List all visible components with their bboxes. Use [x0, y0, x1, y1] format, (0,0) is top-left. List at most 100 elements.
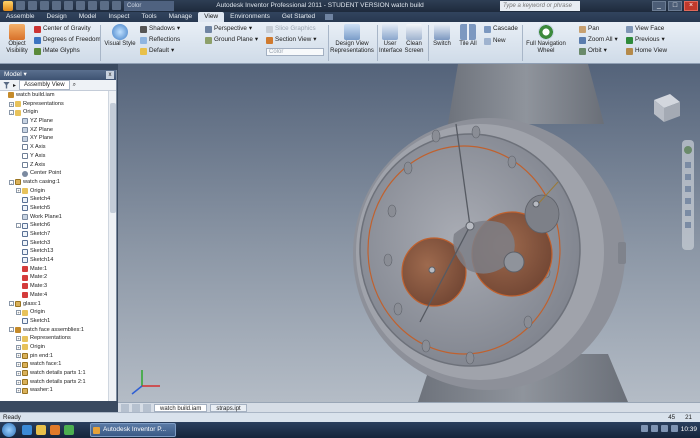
document-tab[interactable]: watch build.iam	[154, 404, 208, 412]
collapse-icon[interactable]: -	[9, 327, 14, 333]
tree-node[interactable]: Sketch3	[0, 239, 108, 248]
model-browser-title[interactable]: Model	[4, 71, 22, 78]
full-navigation-wheel-button[interactable]: Full Navigation Wheel	[524, 24, 568, 55]
degrees-of-freedom-button[interactable]: Degrees of Freedom	[34, 36, 101, 44]
tile-all-button[interactable]: Tile All	[456, 24, 480, 48]
tree-node[interactable]: Mate:3	[0, 282, 108, 291]
inventor-taskbar-button[interactable]: Autodesk Inventor P...	[90, 423, 176, 437]
color-dropdown[interactable]: Color	[266, 48, 324, 56]
tab-scroll-left-button[interactable]	[121, 404, 129, 412]
new-window-button[interactable]: New	[484, 37, 506, 45]
expand-icon[interactable]: +	[16, 353, 21, 359]
tab-tools[interactable]: Tools	[135, 12, 162, 22]
tree-node[interactable]: + Origin	[0, 187, 108, 196]
tree-node[interactable]: Work Plane1	[0, 213, 108, 222]
expand-icon[interactable]: +	[16, 362, 21, 368]
tree-node[interactable]: Sketch13	[0, 247, 108, 256]
tree-node[interactable]: YZ Plane	[0, 117, 108, 126]
expand-icon[interactable]: +	[16, 336, 21, 342]
cascade-button[interactable]: Cascade	[484, 25, 518, 33]
slice-graphics-button[interactable]: Slice Graphics	[266, 25, 316, 33]
tray-network-icon[interactable]	[641, 425, 648, 432]
orbit-dropdown[interactable]: Orbit ▾	[579, 47, 607, 55]
tree-node[interactable]: Sketch14	[0, 256, 108, 265]
expand-icon[interactable]: +	[16, 188, 21, 194]
object-visibility-button[interactable]: Object Visibility	[4, 24, 30, 55]
tree-node[interactable]: - Origin	[0, 108, 108, 117]
visual-style-button[interactable]: Visual Style	[104, 24, 136, 48]
tree-node[interactable]: - watch face assemblies:1	[0, 326, 108, 335]
tree-node[interactable]: Sketch5	[0, 204, 108, 213]
collapse-icon[interactable]: -	[9, 110, 14, 116]
tree-node[interactable]: + Representations	[0, 334, 108, 343]
expand-icon[interactable]: +	[9, 101, 14, 107]
user-interface-button[interactable]: User Interface	[379, 24, 402, 55]
ribbon-options[interactable]	[325, 12, 334, 22]
tree-node[interactable]: + watch details parts 1:1	[0, 369, 108, 378]
tree-node[interactable]: + Representations	[0, 100, 108, 109]
home-view-button[interactable]: Home View	[626, 47, 667, 55]
tree-node[interactable]: + watch details parts 2:1	[0, 378, 108, 387]
tree-node[interactable]: + Origin	[0, 308, 108, 317]
tree-node[interactable]: - Sketch6	[0, 221, 108, 230]
tree-node[interactable]: + watch face:1	[0, 360, 108, 369]
lighting-style-dropdown[interactable]: Default ▾	[140, 47, 174, 55]
expand-icon[interactable]: +	[16, 310, 21, 316]
expand-icon[interactable]: +	[16, 344, 21, 350]
switch-button[interactable]: Switch	[431, 24, 453, 48]
tree-node[interactable]: + washer:1	[0, 386, 108, 395]
chrome-icon[interactable]	[64, 425, 74, 435]
ground-plane-dropdown[interactable]: Ground Plane ▾	[205, 36, 258, 44]
ie-icon[interactable]	[22, 425, 32, 435]
folder-icon[interactable]	[36, 425, 46, 435]
navigation-bar[interactable]	[682, 140, 694, 250]
tab-scroll-right-button[interactable]	[132, 404, 140, 412]
pan-button[interactable]: Pan	[579, 25, 599, 33]
collapse-icon[interactable]: -	[9, 179, 14, 185]
close-button[interactable]: ×	[684, 1, 698, 11]
find-icon[interactable]: ⌕	[73, 82, 76, 89]
tree-node[interactable]: X Axis	[0, 143, 108, 152]
start-button[interactable]	[2, 423, 16, 437]
tab-get-started[interactable]: Get Started	[276, 12, 321, 22]
tab-design[interactable]: Design	[41, 12, 73, 22]
tree-node[interactable]: + Origin	[0, 343, 108, 352]
tab-environments[interactable]: Environments	[224, 12, 276, 22]
section-view-dropdown[interactable]: Section View ▾	[266, 36, 316, 44]
tree-node[interactable]: + pin end:1	[0, 352, 108, 361]
tab-model[interactable]: Model	[73, 12, 103, 22]
tree-node[interactable]: XY Plane	[0, 134, 108, 143]
tree-node[interactable]: Mate:1	[0, 265, 108, 274]
view-face-button[interactable]: View Face	[626, 25, 664, 33]
collapse-icon[interactable]: -	[9, 301, 14, 307]
tree-node[interactable]: Z Axis	[0, 161, 108, 170]
clean-screen-button[interactable]: Clean Screen	[403, 24, 425, 55]
close-panel-button[interactable]: x	[106, 71, 114, 79]
tree-node[interactable]: Sketch1	[0, 317, 108, 326]
tree-node[interactable]: Center Point	[0, 169, 108, 178]
filter-icon[interactable]	[3, 81, 10, 89]
media-icon[interactable]	[50, 425, 60, 435]
maximize-button[interactable]: □	[668, 1, 682, 11]
document-tab[interactable]: straps.ipt	[210, 404, 247, 412]
perspective-dropdown[interactable]: Perspective ▾	[205, 25, 252, 33]
graphics-viewport[interactable]	[118, 64, 700, 402]
tab-inspect[interactable]: Inspect	[103, 12, 136, 22]
tree-node[interactable]: Mate:2	[0, 273, 108, 282]
tree-node[interactable]: Y Axis	[0, 152, 108, 161]
assembly-view-dropdown[interactable]: Assembly View	[19, 80, 70, 90]
watch-model-render[interactable]	[118, 64, 700, 402]
tree-node[interactable]: - glass:1	[0, 300, 108, 309]
expand-icon[interactable]: +	[16, 388, 21, 394]
tab-list-button[interactable]	[143, 404, 151, 412]
tree-node[interactable]: Sketch7	[0, 230, 108, 239]
expand-icon[interactable]: +	[16, 379, 21, 385]
minimize-button[interactable]: _	[652, 1, 666, 11]
tab-manage[interactable]: Manage	[163, 12, 199, 22]
tree-node[interactable]: watch build.iam	[0, 91, 108, 100]
previous-view-dropdown[interactable]: Previous ▾	[626, 36, 665, 44]
tab-view[interactable]: View	[198, 12, 225, 22]
collapse-icon[interactable]: -	[16, 223, 21, 229]
tree-node[interactable]: XZ Plane	[0, 126, 108, 135]
tree-scrollbar[interactable]	[108, 91, 116, 401]
